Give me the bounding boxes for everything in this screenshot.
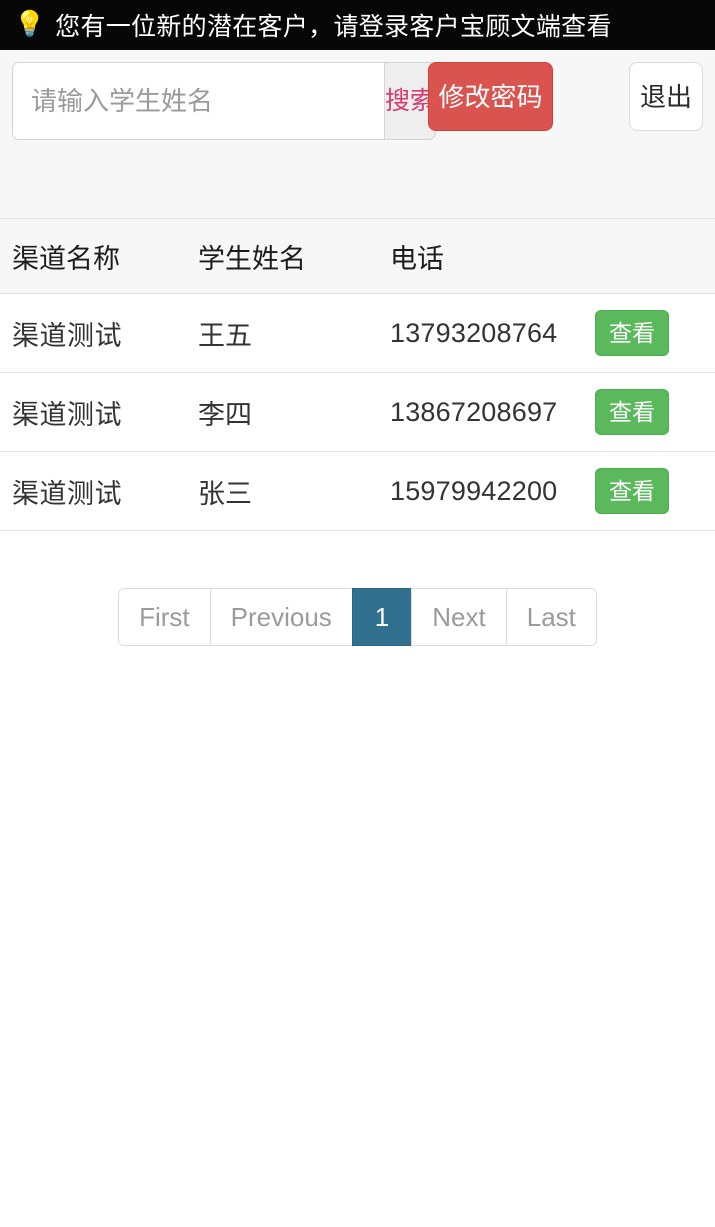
pagination: First Previous 1 Next Last	[118, 588, 597, 646]
cell-action: 查看	[595, 451, 715, 531]
table-body: 渠道测试 王五 13793208764 查看 渠道测试 李四 138672086…	[0, 293, 715, 531]
notification-text: 您有一位新的潜在客户，请登录客户宝顾文端查看	[55, 13, 612, 41]
cell-phone: 13867208697	[390, 372, 595, 452]
column-header-action	[595, 219, 715, 294]
pagination-previous[interactable]: Previous	[209, 588, 352, 646]
lightbulb-icon: 💡	[14, 9, 46, 38]
table-header: 渠道名称 学生姓名 电话	[0, 219, 715, 294]
view-button[interactable]: 查看	[595, 310, 669, 356]
student-table-container: 渠道名称 学生姓名 电话 渠道测试 王五 13793208764 查看 渠道测试…	[0, 219, 715, 531]
search-group: 搜索	[12, 62, 437, 140]
student-table: 渠道名称 学生姓名 电话 渠道测试 王五 13793208764 查看 渠道测试…	[0, 219, 715, 531]
pagination-page-1[interactable]: 1	[351, 588, 412, 646]
cell-channel: 渠道测试	[0, 372, 198, 452]
view-button[interactable]: 查看	[595, 389, 669, 435]
cell-student-name: 李四	[198, 372, 390, 452]
table-row: 渠道测试 王五 13793208764 查看	[0, 293, 715, 373]
toolbar: 搜索 修改密码 退出	[0, 50, 715, 219]
cell-channel: 渠道测试	[0, 293, 198, 373]
search-input[interactable]	[12, 62, 384, 140]
cell-student-name: 张三	[198, 451, 390, 531]
cell-phone: 13793208764	[390, 293, 595, 373]
pagination-first[interactable]: First	[118, 588, 210, 646]
table-row: 渠道测试 李四 13867208697 查看	[0, 372, 715, 452]
logout-button[interactable]: 退出	[629, 62, 703, 131]
cell-student-name: 王五	[198, 293, 390, 373]
cell-action: 查看	[595, 293, 715, 373]
toolbar-row: 搜索 修改密码 退出	[12, 62, 703, 140]
view-button[interactable]: 查看	[595, 468, 669, 514]
table-row: 渠道测试 张三 15979942200 查看	[0, 451, 715, 531]
change-password-button[interactable]: 修改密码	[428, 62, 553, 131]
pagination-last[interactable]: Last	[505, 588, 597, 646]
table-header-row: 渠道名称 学生姓名 电话	[0, 219, 715, 294]
column-header-channel: 渠道名称	[0, 219, 198, 294]
column-header-student-name: 学生姓名	[198, 219, 390, 294]
pagination-next[interactable]: Next	[411, 588, 506, 646]
cell-action: 查看	[595, 372, 715, 452]
pagination-container: First Previous 1 Next Last	[0, 531, 715, 646]
cell-channel: 渠道测试	[0, 451, 198, 531]
column-header-phone: 电话	[390, 219, 595, 294]
cell-phone: 15979942200	[390, 451, 595, 531]
notification-banner: 💡 您有一位新的潜在客户，请登录客户宝顾文端查看	[0, 0, 715, 50]
